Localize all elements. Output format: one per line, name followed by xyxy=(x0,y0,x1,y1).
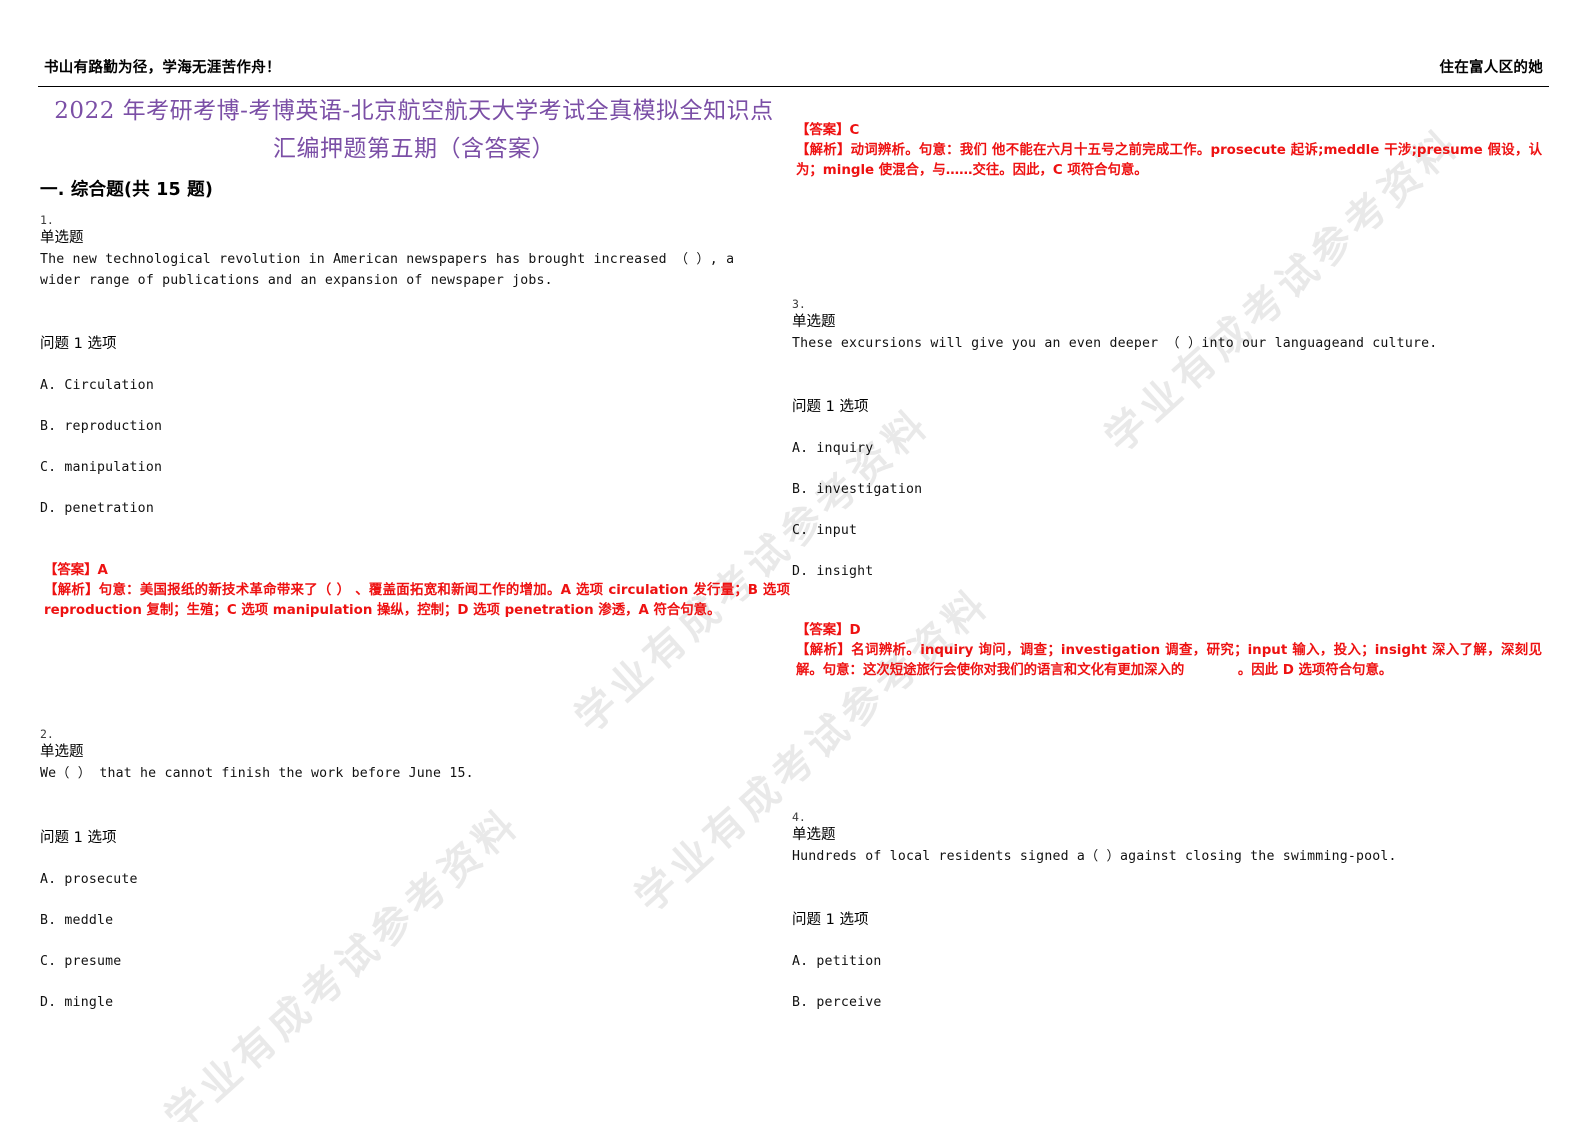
question-type: 单选题 xyxy=(40,744,84,760)
answer-text: 【答案】A xyxy=(44,563,108,578)
option-c[interactable]: C. manipulation xyxy=(40,457,792,478)
options-prompt: 问题 1 选项 xyxy=(792,912,869,928)
answer-block-3: 【答案】D 【解析】名词辨析。inquiry 询问，调查；investigati… xyxy=(796,621,1544,681)
answer-block-1: 【答案】A 【解析】句意：美国报纸的新技术革命带来了（ ） 、覆盖面拓宽和新闻工… xyxy=(44,561,792,621)
question-type: 单选题 xyxy=(792,827,836,843)
option-b[interactable]: B. investigation xyxy=(792,479,1544,500)
question-stem: The new technological revolution in Amer… xyxy=(40,252,735,288)
question-stem: Hundreds of local residents signed a（ ）a… xyxy=(792,849,1397,864)
question-number: 1. xyxy=(40,213,54,227)
explanation-text: 【解析】句意：美国报纸的新技术革命带来了（ ） 、覆盖面拓宽和新闻工作的增加。A… xyxy=(44,583,790,618)
question-block-3: 3. 单选题 These excursions will give you an… xyxy=(792,296,1544,354)
option-b[interactable]: B. meddle xyxy=(40,910,792,931)
question-type: 单选题 xyxy=(40,230,84,246)
question-number: 2. xyxy=(40,727,54,741)
question-stem: These excursions will give you an even d… xyxy=(792,336,1438,351)
question-block-1: 1. 单选题 The new technological revolution … xyxy=(40,212,792,291)
option-b[interactable]: B. perceive xyxy=(792,992,1544,1013)
question-block-2: 2. 单选题 We（ ） that he cannot finish the w… xyxy=(40,726,792,784)
section-heading: 一. 综合题(共 15 题) xyxy=(40,180,214,200)
header-divider xyxy=(38,86,1549,87)
question-number: 3. xyxy=(792,297,806,311)
answer-text: 【答案】D xyxy=(796,623,861,638)
option-d[interactable]: D. penetration xyxy=(40,498,792,519)
running-header: 书山有路勤为径，学海无涯苦作舟！ 住在富人区的她 xyxy=(44,56,1543,80)
options-prompt: 问题 1 选项 xyxy=(40,336,117,352)
option-c[interactable]: C. presume xyxy=(40,951,792,972)
running-header-right: 住在富人区的她 xyxy=(1439,60,1543,76)
question-2-options: 问题 1 选项 A. prosecute B. meddle C. presum… xyxy=(40,828,792,1013)
document-page: 书山有路勤为径，学海无涯苦作舟！ 住在富人区的她 2022 年考研考博-考博英语… xyxy=(0,0,1587,1122)
question-block-4: 4. 单选题 Hundreds of local residents signe… xyxy=(792,809,1544,867)
question-number: 4. xyxy=(792,810,806,824)
option-c[interactable]: C. input xyxy=(792,520,1544,541)
explanation-text: 【解析】名词辨析。inquiry 询问，调查；investigation 调查，… xyxy=(796,643,1542,678)
answer-text: 【答案】C xyxy=(796,123,860,138)
option-a[interactable]: A. petition xyxy=(792,951,1544,972)
question-type: 单选题 xyxy=(792,314,836,330)
question-4-options: 问题 1 选项 A. petition B. perceive xyxy=(792,910,1544,1013)
running-header-left: 书山有路勤为径，学海无涯苦作舟！ xyxy=(44,60,281,76)
option-d[interactable]: D. insight xyxy=(792,561,1544,582)
option-a[interactable]: A. inquiry xyxy=(792,438,1544,459)
question-1-options: 问题 1 选项 A. Circulation B. reproduction C… xyxy=(40,334,792,519)
option-d[interactable]: D. mingle xyxy=(40,992,792,1013)
options-prompt: 问题 1 选项 xyxy=(40,830,117,846)
question-3-options: 问题 1 选项 A. inquiry B. investigation C. i… xyxy=(792,397,1544,582)
options-prompt: 问题 1 选项 xyxy=(792,399,869,415)
answer-block-2: 【答案】C 【解析】动词辨析。句意：我们 他不能在六月十五号之前完成工作。pro… xyxy=(796,121,1544,181)
question-stem: We（ ） that he cannot finish the work bef… xyxy=(40,766,474,781)
explanation-text: 【解析】动词辨析。句意：我们 他不能在六月十五号之前完成工作。prosecute… xyxy=(796,143,1542,178)
page-title: 2022 年考研考博-考博英语-北京航空航天大学考试全真模拟全知识点汇编押题第五… xyxy=(54,98,774,162)
option-a[interactable]: A. prosecute xyxy=(40,869,792,890)
option-b[interactable]: B. reproduction xyxy=(40,416,792,437)
option-a[interactable]: A. Circulation xyxy=(40,375,792,396)
